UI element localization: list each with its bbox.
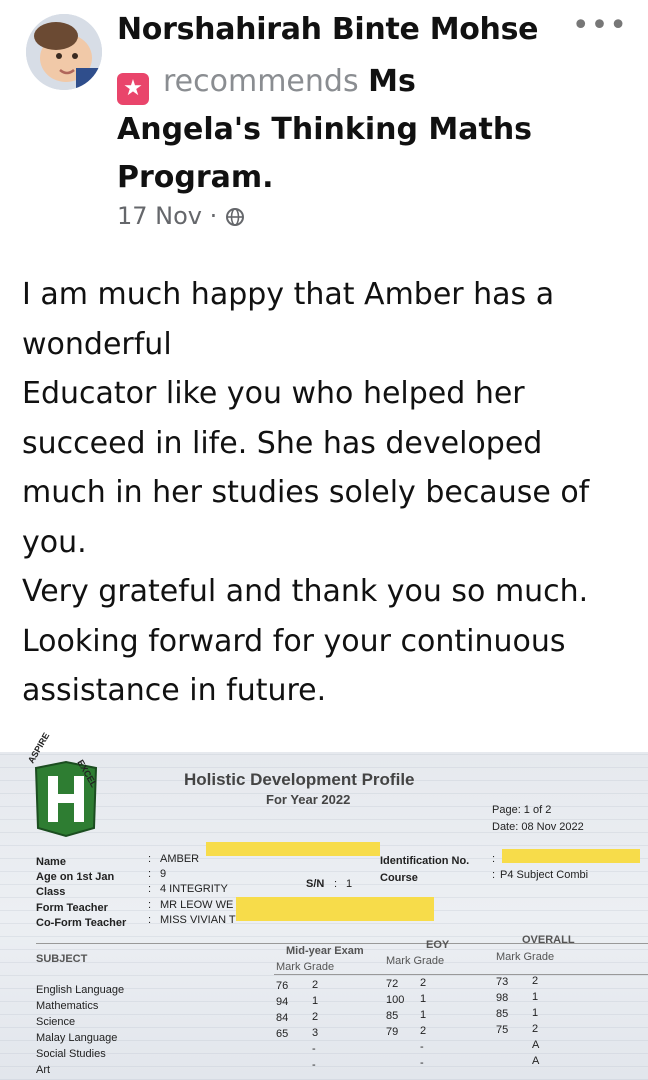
table-cell-ov-grade: 2 (532, 975, 539, 987)
course-label: Course (380, 872, 418, 884)
post-date[interactable]: 17 Nov (117, 202, 202, 230)
recommended-page-name[interactable]: Angela's Thinking Maths Program. (117, 112, 532, 195)
course-value: P4 Subject Combi (500, 869, 589, 881)
colon: : (148, 914, 152, 926)
table-cell-eoy-mark: 79 (386, 1026, 399, 1038)
age-value: 9 (160, 868, 167, 880)
table-cell-eoy-grade: 2 (420, 1025, 427, 1037)
table-cell-eoy-grade: 1 (420, 1009, 427, 1021)
table-cell-mid-mark: 65 (276, 1028, 289, 1040)
class-label: Class (36, 886, 66, 898)
table-cell-mid-grade: - (312, 1059, 316, 1071)
table-cell-eoy-mark: 85 (386, 1010, 399, 1022)
sn-label: S/N (306, 878, 325, 890)
table-cell-subject: Malay Language (36, 1032, 118, 1044)
redaction-highlight (502, 849, 640, 863)
table-cell-mid-mark: 94 (276, 996, 289, 1008)
recommendation-line: ★ recommends Ms Angela's Thinking Maths P… (117, 58, 617, 202)
table-cell-mid-mark: 76 (276, 980, 289, 992)
table-cell-subject: Social Studies (36, 1048, 106, 1060)
overall-header: OVERALL (522, 934, 575, 946)
name-value: AMBER (160, 853, 200, 865)
colon: : (148, 883, 152, 895)
colon: : (334, 878, 338, 890)
eoy-header: EOY (426, 939, 450, 951)
table-cell-ov-grade: A (532, 1039, 540, 1051)
table-cell-ov-mark: 73 (496, 976, 509, 988)
table-cell-mid-grade: - (312, 1043, 316, 1055)
form-teacher-value: MR LEOW WE (160, 899, 234, 911)
table-cell-ov-mark: 85 (496, 1008, 509, 1020)
report-date: Date: 08 Nov 2022 (492, 821, 584, 833)
recommends-label: recommends (163, 64, 359, 99)
age-label: Age on 1st Jan (36, 871, 115, 883)
coform-teacher-value: MISS VIVIAN T (160, 914, 236, 926)
table-cell-mid-grade: 2 (312, 979, 319, 991)
table-cell-ov-grade: A (532, 1055, 540, 1067)
table-cell-eoy-grade: 2 (420, 977, 427, 989)
midyear-subheader: Mark Grade (276, 961, 335, 973)
table-cell-eoy-grade: - (420, 1057, 424, 1069)
page-number: Page: 1 of 2 (492, 804, 551, 816)
table-cell-subject: Art (36, 1064, 51, 1076)
report-year: For Year 2022 (266, 792, 351, 807)
subject-header: SUBJECT (36, 953, 88, 965)
redaction-highlight (206, 842, 380, 856)
midyear-header: Mid-year Exam (286, 945, 364, 957)
coform-teacher-label: Co-Form Teacher (36, 917, 127, 929)
table-cell-mid-grade: 1 (312, 995, 319, 1007)
sn-value: 1 (346, 878, 353, 890)
table-cell-ov-grade: 1 (532, 1007, 539, 1019)
school-crest-icon (34, 760, 98, 838)
table-cell-subject: Science (36, 1016, 76, 1028)
eoy-subheader: Mark Grade (386, 955, 445, 967)
page-label: Page: 1 (492, 804, 530, 816)
table-cell-mid-grade: 3 (312, 1027, 319, 1039)
table-cell-mid-grade: 2 (312, 1011, 319, 1023)
table-cell-eoy-grade: - (420, 1041, 424, 1053)
table-rule (274, 974, 648, 975)
table-cell-ov-mark: 75 (496, 1024, 509, 1036)
form-teacher-label: Form Teacher (36, 902, 108, 914)
table-cell-subject: Mathematics (36, 1000, 99, 1012)
colon: : (148, 899, 152, 911)
table-cell-subject: English Language (36, 984, 125, 996)
name-label: Name (36, 856, 66, 868)
table-cell-ov-grade: 1 (532, 991, 539, 1003)
table-cell-eoy-mark: 72 (386, 978, 399, 990)
report-title: Holistic Development Profile (184, 770, 415, 789)
recommended-page-name-part[interactable]: Ms (368, 64, 416, 99)
table-cell-ov-mark: 98 (496, 992, 509, 1004)
redaction-highlight (236, 897, 434, 921)
colon: : (148, 853, 152, 865)
class-value: 4 INTEGRITY (160, 883, 228, 895)
post-body-text: I am much happy that Amber has a wonderf… (22, 277, 590, 708)
author-avatar[interactable] (26, 14, 102, 90)
table-cell-eoy-mark: 100 (386, 994, 405, 1006)
page-of: of 2 (532, 804, 552, 816)
post-author-name[interactable]: Norshahirah Binte Mohse (117, 12, 539, 47)
identification-label: Identification No. (380, 855, 470, 867)
overall-subheader: Mark Grade (496, 951, 555, 963)
recommendation-star-icon: ★ (117, 73, 149, 105)
table-cell-mid-mark: 84 (276, 1012, 289, 1024)
table-cell-eoy-grade: 1 (420, 993, 427, 1005)
colon: : (148, 868, 152, 880)
meta-separator: · (209, 202, 218, 230)
colon: : (492, 853, 496, 865)
table-cell-ov-grade: 2 (532, 1023, 539, 1035)
colon: : (492, 869, 496, 881)
post-meta: 17 Nov · (117, 202, 245, 230)
more-options-icon[interactable]: ••• (572, 8, 628, 43)
avatar-photo (26, 14, 102, 90)
globe-icon (225, 208, 244, 226)
